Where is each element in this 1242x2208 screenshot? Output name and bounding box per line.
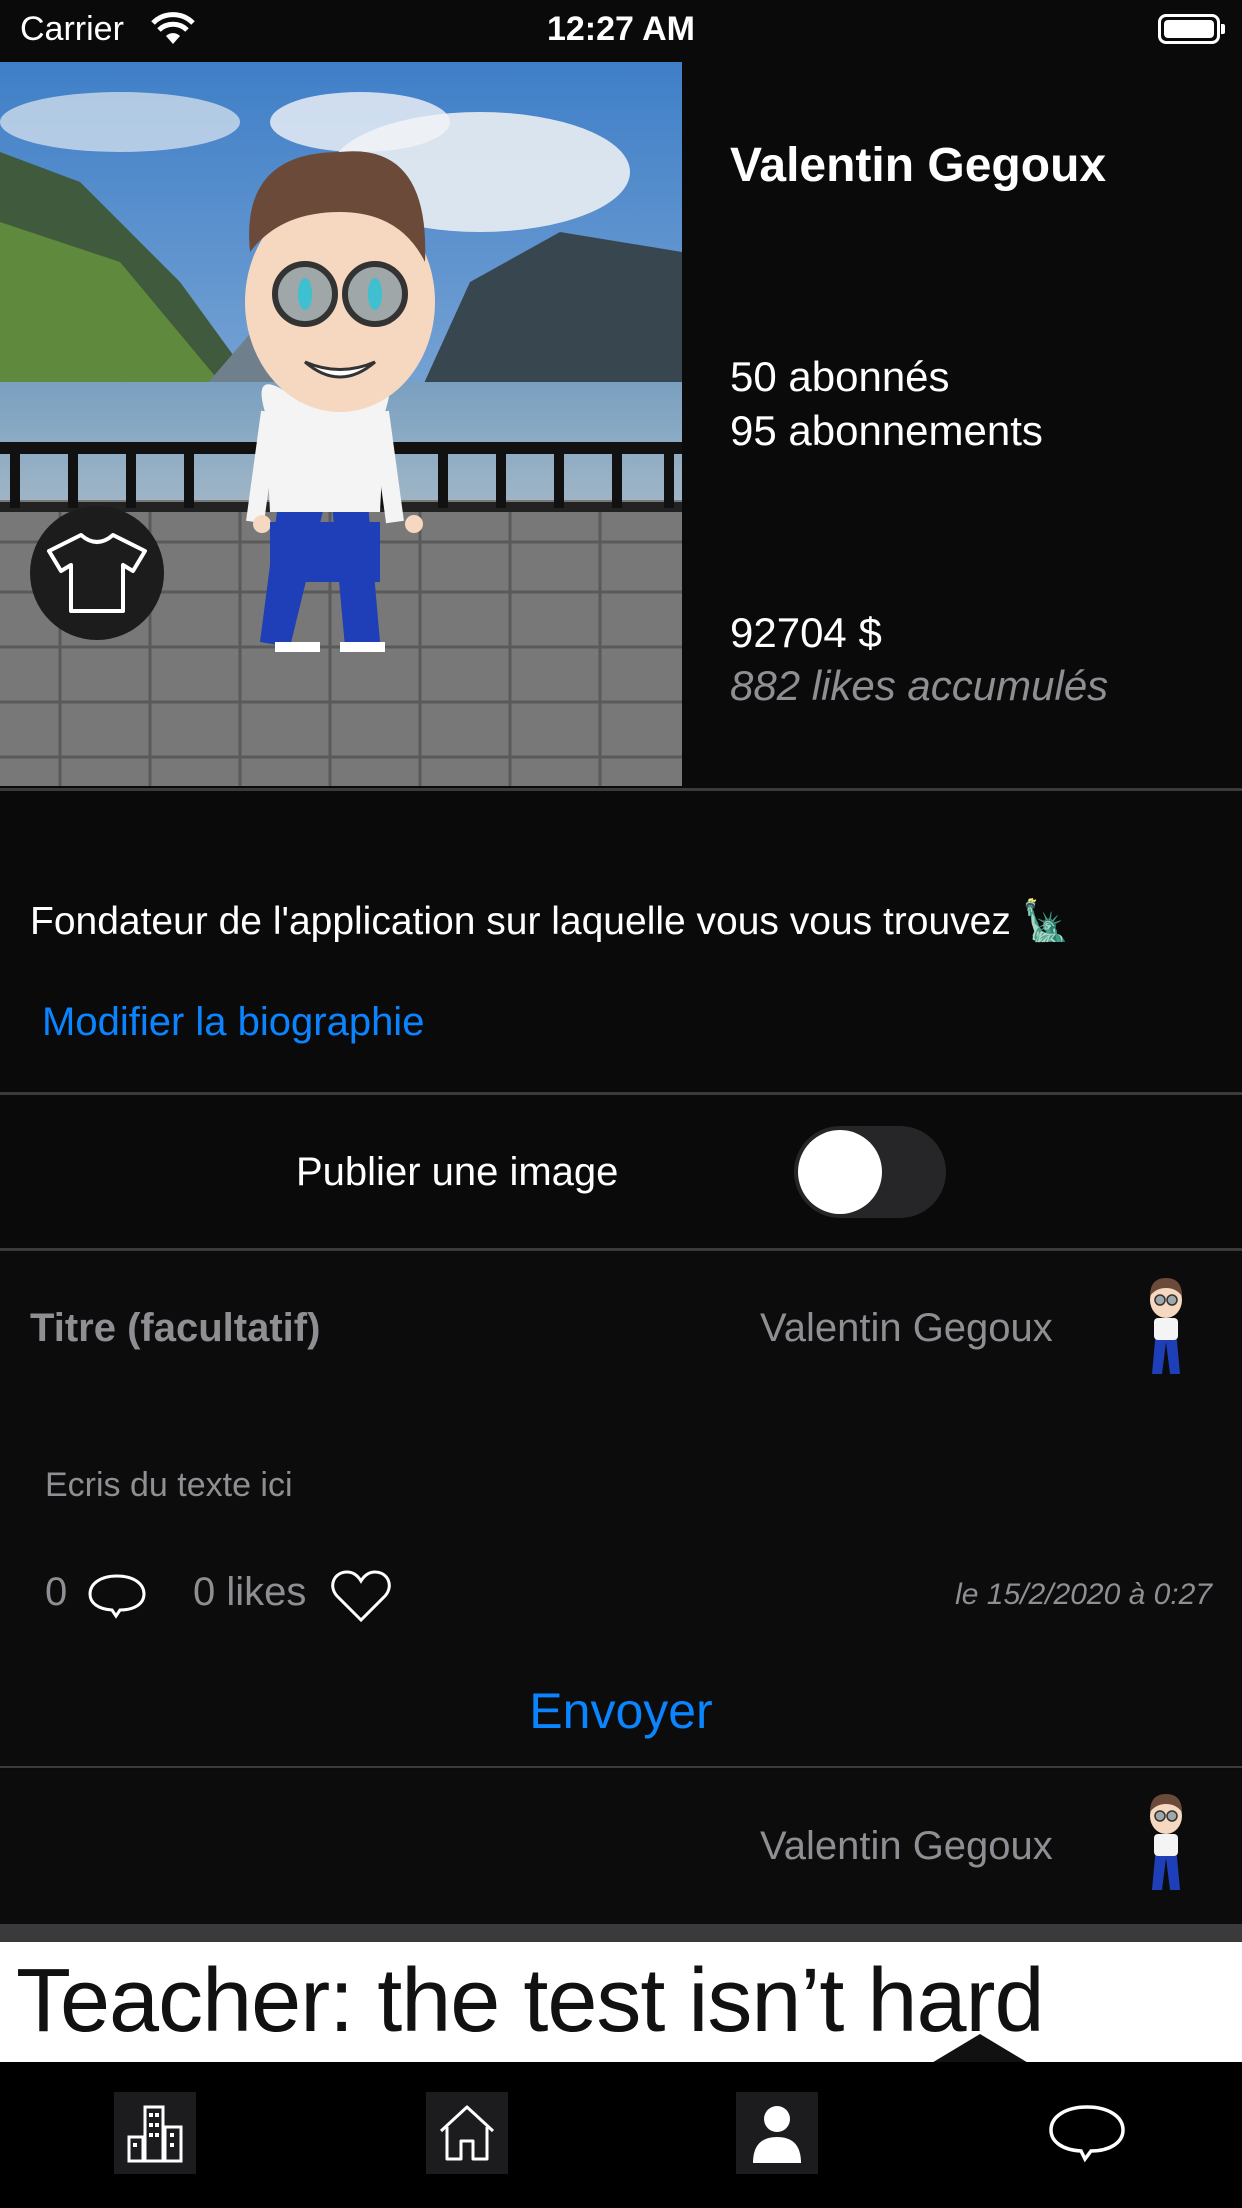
profile-name: Valentin Gegoux [730,139,1107,192]
author-avatar[interactable] [1134,1270,1198,1380]
divider [0,1766,1242,1768]
post-text-input[interactable]: Ecris du texte ici [45,1466,293,1505]
tab-profile[interactable] [736,2092,818,2174]
post-title-input[interactable]: Titre (facultatif) [30,1306,320,1351]
feed-post-card [0,1770,1242,1924]
biography-text: Fondateur de l'application sur laquelle … [30,900,1071,943]
post-author: Valentin Gegoux [760,1306,1053,1350]
avatar-background [0,62,682,786]
edit-biography-button[interactable]: Modifier la biographie [42,1000,424,1045]
publish-image-label: Publier une image [296,1150,619,1194]
money-balance: 92704 $ [730,609,882,656]
likes-accumulated: 882 likes accumulés [730,662,1109,709]
image-top-strip [0,1924,1242,1942]
publish-image-toggle[interactable] [794,1126,946,1218]
divider [0,788,1242,791]
feed-post-image[interactable]: Teacher: the test isn’t hard [0,1924,1242,2062]
toggle-knob [798,1130,882,1214]
tab-chat[interactable] [1046,2092,1128,2174]
status-time: 12:27 AM [546,10,696,48]
battery-icon [1158,14,1225,44]
comment-icon[interactable] [86,1572,148,1620]
avatar-scene [0,62,682,786]
send-button[interactable]: Envoyer [0,1682,1242,1740]
image-triangle [930,2034,1030,2062]
comment-count: 0 [45,1570,68,1614]
tab-city[interactable] [114,2092,196,2174]
likes-count: 0 likes [193,1570,307,1614]
home-icon [439,2105,495,2161]
heart-icon[interactable] [330,1568,392,1624]
feed-post-author: Valentin Gegoux [760,1824,1053,1868]
profile-icon [753,2106,801,2163]
post-date: le 15/2/2020 à 0:27 [955,1578,1212,1611]
divider [0,1092,1242,1095]
image-caption-text: Teacher: the test isn’t hard [16,1951,1045,2051]
following-count[interactable]: 95 abonnements [730,404,1043,458]
tab-home[interactable] [426,2092,508,2174]
city-icon [127,2105,183,2163]
follow-stats[interactable]: 50 abonnés 95 abonnements [730,350,1043,458]
chat-icon [1049,2105,1125,2163]
customize-outfit-button[interactable] [30,506,164,640]
followers-count[interactable]: 50 abonnés [730,350,1043,404]
divider [0,1248,1242,1251]
tshirt-icon [47,533,147,613]
feed-author-avatar[interactable] [1134,1786,1198,1896]
